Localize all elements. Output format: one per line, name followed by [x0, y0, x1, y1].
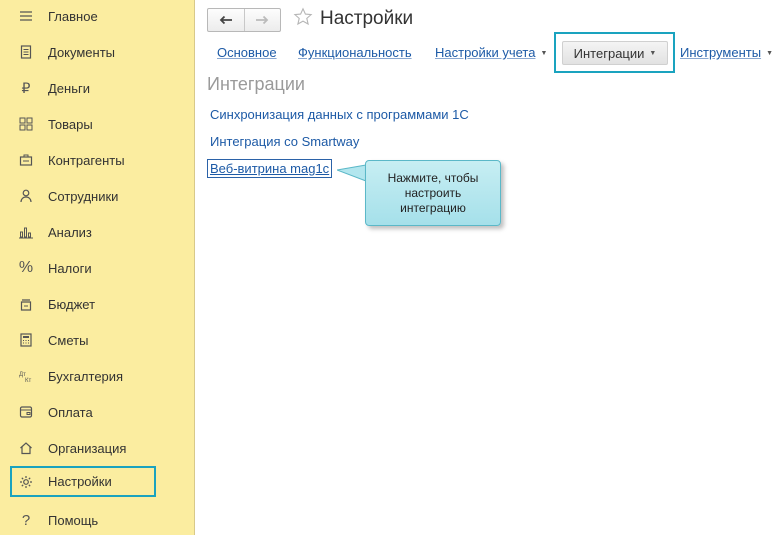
payment-icon — [15, 401, 37, 423]
sidebar-item-organization[interactable]: Организация — [10, 433, 156, 463]
sidebar-item-contractors[interactable]: Контрагенты — [10, 145, 156, 175]
tab-functionality[interactable]: Функциональность — [298, 45, 412, 60]
sidebar-item-estimates[interactable]: Сметы — [10, 325, 156, 355]
sidebar-item-analysis[interactable]: Анализ — [10, 217, 156, 247]
sidebar-item-label: Сотрудники — [48, 188, 119, 204]
sidebar-item-label: Помощь — [48, 512, 99, 528]
sidebar-item-label: Деньги — [48, 80, 90, 96]
link-web-showcase[interactable]: Веб-витрина mag1c — [207, 159, 333, 178]
calculator-icon — [15, 329, 37, 351]
arrow-left-icon — [219, 13, 233, 28]
sidebar-item-label: Бюджет — [48, 296, 96, 312]
home-icon — [15, 437, 37, 459]
sidebar: Главное Документы ₽ Деньги Товары Контра… — [0, 0, 195, 535]
contractors-icon — [15, 149, 37, 171]
tab-label: Настройки учета — [435, 45, 536, 60]
sidebar-item-label: Контрагенты — [48, 152, 125, 168]
document-icon — [15, 41, 37, 63]
tab-integrations[interactable]: Интеграции ▼ — [562, 41, 668, 65]
sidebar-item-label: Главное — [48, 8, 98, 24]
sidebar-item-main[interactable]: Главное — [10, 1, 156, 31]
sidebar-item-settings[interactable]: Настройки — [10, 466, 156, 497]
gear-icon — [15, 471, 37, 493]
sidebar-item-label: Оплата — [48, 404, 93, 420]
tab-label: Интеграции — [573, 45, 645, 61]
star-icon — [293, 6, 313, 30]
svg-text:Кт: Кт — [25, 378, 31, 383]
sidebar-item-label: Документы — [48, 44, 116, 60]
debit-credit-icon: Дт Кт — [15, 365, 37, 387]
percent-icon: % — [18, 259, 34, 276]
caret-down-icon: ▼ — [649, 49, 657, 57]
caret-down-icon: ▼ — [540, 50, 548, 58]
tab-accounting-settings[interactable]: Настройки учета ▼ — [435, 45, 547, 60]
arrow-right-icon — [255, 13, 269, 28]
ruble-icon: ₽ — [21, 79, 31, 96]
sidebar-item-label: Сметы — [48, 332, 89, 348]
sidebar-item-documents[interactable]: Документы — [10, 37, 156, 67]
tab-label: Инструменты — [680, 45, 762, 60]
sidebar-item-label: Налоги — [48, 260, 92, 276]
wallet-icon — [15, 293, 37, 315]
sidebar-item-taxes[interactable]: % Налоги — [10, 253, 156, 283]
sidebar-item-budget[interactable]: Бюджет — [10, 289, 156, 319]
sidebar-item-goods[interactable]: Товары — [10, 109, 156, 139]
link-smartway[interactable]: Интеграция со Smartway — [210, 134, 359, 149]
grid-icon — [15, 113, 37, 135]
bar-chart-icon — [15, 221, 37, 243]
menu-lines-icon — [15, 5, 37, 27]
question-icon: ? — [21, 511, 31, 529]
tab-tools[interactable]: Инструменты ▼ — [680, 45, 773, 60]
sidebar-item-money[interactable]: ₽ Деньги — [10, 73, 156, 103]
page-title: Настройки — [320, 8, 414, 29]
sidebar-item-label: Анализ — [48, 224, 92, 240]
favorite-button[interactable] — [291, 6, 315, 30]
sidebar-item-label: Бухгалтерия — [48, 368, 124, 384]
link-1c-sync[interactable]: Синхронизация данных с программами 1С — [210, 107, 469, 122]
sidebar-item-employees[interactable]: Сотрудники — [10, 181, 156, 211]
navigation-buttons — [207, 8, 281, 32]
sidebar-item-accounting[interactable]: Дт Кт Бухгалтерия — [10, 361, 156, 391]
section-title: Интеграции — [207, 74, 305, 94]
tab-basic[interactable]: Основное — [217, 45, 277, 60]
sidebar-item-label: Настройки — [48, 474, 112, 489]
person-icon — [15, 185, 37, 207]
sidebar-item-payment[interactable]: Оплата — [10, 397, 156, 427]
hint-tooltip: Нажмите, чтобы настроить интеграцию — [365, 160, 501, 226]
back-button[interactable] — [208, 9, 244, 31]
sidebar-item-label: Товары — [48, 116, 93, 132]
forward-button[interactable] — [243, 9, 281, 31]
sidebar-item-label: Организация — [48, 440, 127, 456]
caret-down-icon: ▼ — [766, 50, 773, 58]
sidebar-item-help[interactable]: ? Помощь — [10, 505, 156, 535]
